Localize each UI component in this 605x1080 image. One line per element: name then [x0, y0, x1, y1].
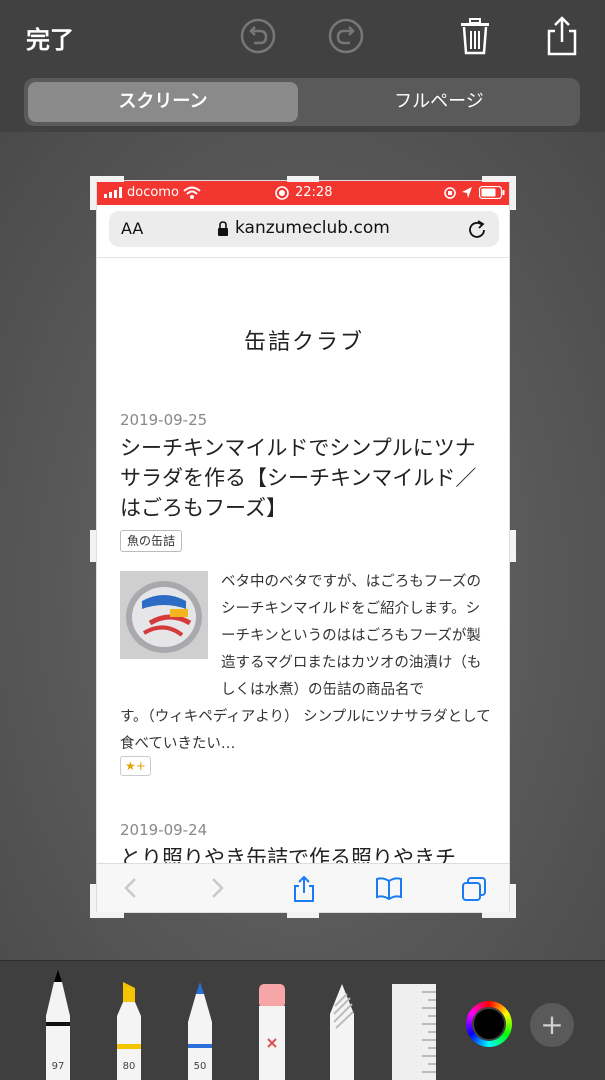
- post-excerpt: ベタ中のベタですが、はごろもフーズのシーチキンマイルドをご紹介します。シーチキン…: [221, 574, 482, 698]
- star-button[interactable]: ★+: [120, 756, 151, 776]
- battery-icon: [479, 186, 505, 199]
- current-color-swatch: [472, 1007, 506, 1041]
- crop-handle-top[interactable]: [287, 176, 319, 182]
- pencil-width-label: 50: [193, 1061, 207, 1072]
- marker-tool[interactable]: 80: [112, 982, 146, 1080]
- post-date: 2019-09-25: [120, 411, 208, 429]
- eraser-tool[interactable]: [256, 984, 288, 1080]
- add-button[interactable]: +: [530, 1003, 574, 1047]
- safari-bottom-toolbar: [97, 863, 509, 912]
- post-date: 2019-09-24: [120, 821, 208, 839]
- lock-icon: [218, 221, 228, 236]
- share-icon[interactable]: [291, 876, 317, 902]
- category-tag[interactable]: 魚の缶詰: [120, 530, 183, 552]
- tuna-can-image: [120, 571, 208, 659]
- screenshot-preview[interactable]: docomo 22:28 AA kanzumeclub.com 缶詰クラブ 20…: [96, 180, 510, 913]
- reload-icon[interactable]: [467, 219, 487, 239]
- post-title[interactable]: シーチキンマイルドでシンプルにツナサラダを作る【シーチキンマイルド／はごろもフー…: [120, 433, 490, 523]
- markup-tool-tray: 97 80 50 +: [0, 960, 605, 1080]
- carrier-name: docomo: [127, 185, 179, 200]
- url-domain: kanzumeclub.com: [235, 218, 390, 238]
- text-size-button[interactable]: AA: [121, 219, 143, 238]
- back-icon[interactable]: [121, 876, 141, 900]
- marker-width-label: 80: [122, 1061, 136, 1072]
- signal-icon: [104, 187, 122, 198]
- crop-handle-bottom[interactable]: [287, 912, 319, 918]
- status-time: 22:28: [295, 185, 333, 200]
- pencil-tool[interactable]: 50: [184, 982, 216, 1080]
- divider: [97, 257, 509, 258]
- pen-tool[interactable]: 97: [42, 970, 74, 1080]
- crop-handle-bottom-right[interactable]: [482, 912, 516, 918]
- pen-width-label: 97: [51, 1061, 65, 1072]
- bookmarks-icon[interactable]: [375, 876, 403, 900]
- undo-icon[interactable]: [236, 14, 280, 58]
- color-picker-button[interactable]: [466, 1001, 512, 1047]
- site-title[interactable]: 缶詰クラブ: [97, 324, 509, 356]
- address-bar[interactable]: AA kanzumeclub.com: [109, 211, 499, 247]
- forward-icon[interactable]: [207, 876, 227, 900]
- markup-toolbar: 完了 スクリーン フルページ: [0, 0, 605, 132]
- segment-full-page[interactable]: フルページ: [302, 82, 576, 122]
- eraser-icon: [259, 984, 285, 1080]
- ruler-tool[interactable]: [392, 984, 436, 1080]
- location-icon: [462, 187, 472, 198]
- tabs-icon[interactable]: [461, 876, 487, 902]
- lasso-icon: [330, 984, 354, 1080]
- trash-icon[interactable]: [453, 14, 497, 58]
- segment-screen[interactable]: スクリーン: [28, 82, 298, 122]
- done-button[interactable]: 完了: [26, 20, 74, 55]
- ruler-icon: [392, 984, 436, 1080]
- crop-handle-bottom-left[interactable]: [90, 912, 124, 918]
- post-thumbnail[interactable]: [120, 571, 208, 659]
- recording-icon: [275, 186, 289, 200]
- crop-handle-left[interactable]: [90, 530, 96, 562]
- post-title[interactable]: とり照りやき缶詰で作る照りやきチ: [120, 843, 490, 863]
- redo-icon[interactable]: [324, 14, 368, 58]
- orientation-lock-icon: [444, 187, 456, 199]
- status-bar: docomo 22:28: [97, 181, 509, 205]
- share-icon[interactable]: [540, 14, 584, 58]
- crop-handle-top-left-vertical[interactable]: [90, 176, 96, 210]
- wifi-icon: [183, 186, 201, 199]
- post-excerpt-continued: す。（ウィキペディアより） シンプルにツナサラダとして食べていきたい…: [120, 709, 491, 752]
- crop-handle-top-right-vertical[interactable]: [510, 176, 516, 210]
- capture-mode-segmented-control: スクリーン フルページ: [24, 78, 580, 126]
- crop-handle-right[interactable]: [510, 530, 516, 562]
- lasso-tool[interactable]: [326, 984, 358, 1080]
